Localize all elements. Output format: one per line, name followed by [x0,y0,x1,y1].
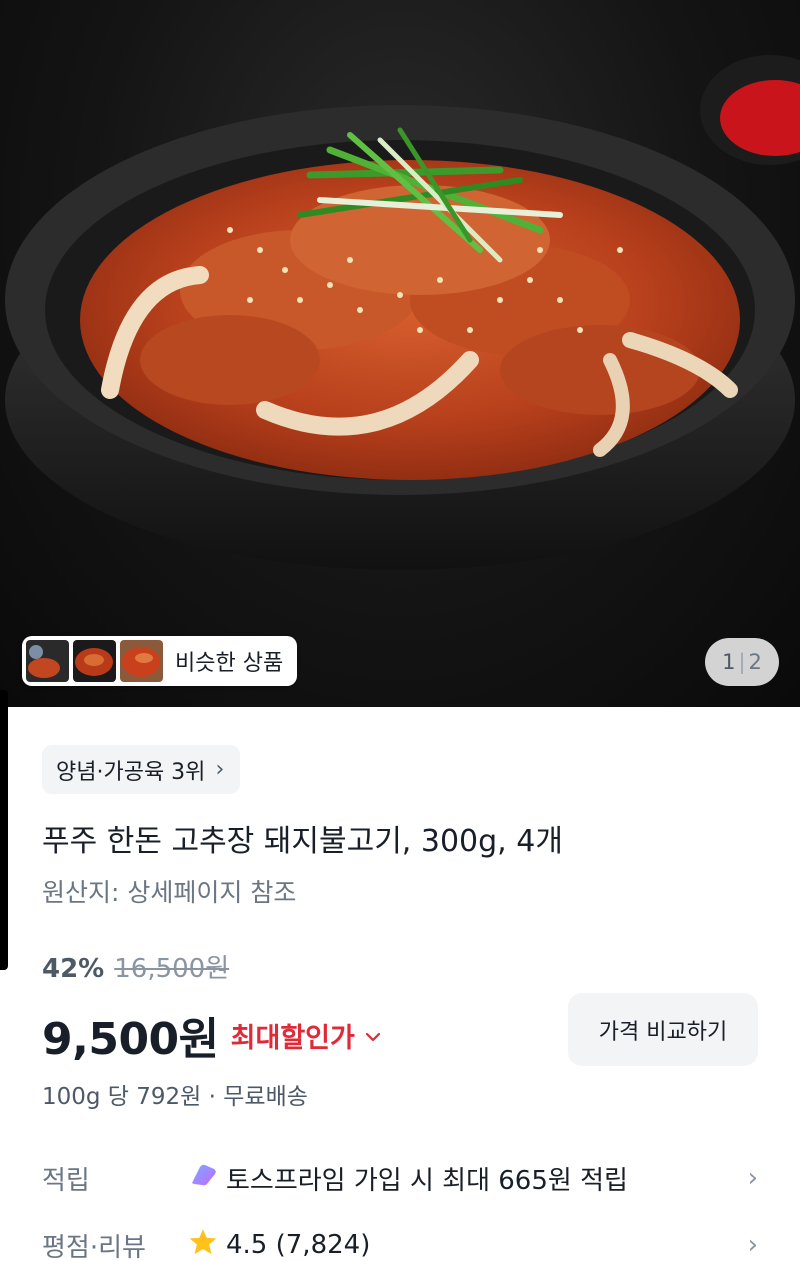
page-total: 2 [748,650,762,674]
points-value-wrap: 토스프라임 가입 시 최대 665원 적립 [188,1160,748,1197]
price-row: 9,500원 최대할인가 [42,1003,381,1067]
product-image-gallery[interactable]: 비슷한 상품 1 | 2 [0,0,800,707]
page-current: 1 [722,650,736,674]
category-rank-badge[interactable]: 양념·가공육 3위 › [42,745,241,794]
chevron-right-icon: › [747,1230,758,1260]
rating-value-wrap: 4.5 (7,824) [188,1228,748,1261]
product-title: 푸주 한돈 고추장 돼지불고기, 300g, 4개 [42,824,563,859]
points-row[interactable]: 적립 토스프라임 가입 시 최대 665원 적립 › [42,1158,758,1198]
toss-prime-icon [188,1163,218,1194]
rating-label: 평점·리뷰 [42,1232,146,1261]
points-value: 토스프라임 가입 시 최대 665원 적립 [226,1165,628,1196]
discount-row: 42% 16,500원 [42,948,229,985]
product-photo [5,55,800,570]
original-price: 16,500원 [114,954,230,984]
price-compare-button[interactable]: 가격 비교하기 [568,993,758,1066]
scroll-indicator [0,690,8,970]
similar-thumbnail-1 [26,640,69,682]
page-separator: | [738,650,746,674]
similar-products-label: 비슷한 상품 [175,651,284,676]
similar-thumbnail-2 [73,640,116,682]
rating-value: 4.5 (7,824) [226,1230,371,1260]
max-discount-dropdown[interactable]: 최대할인가 [231,1016,381,1055]
star-icon [188,1228,218,1261]
similar-thumbnail-3 [120,640,163,682]
chevron-right-icon: › [215,757,225,782]
chevron-right-icon: › [747,1163,758,1193]
image-page-indicator: 1 | 2 [705,638,779,686]
origin-info: 원산지: 상세페이지 참조 [42,878,297,907]
sale-price: 9,500원 [42,1014,219,1065]
chevron-down-icon [365,1023,381,1047]
max-discount-label: 최대할인가 [230,1022,355,1054]
points-label: 적립 [42,1165,90,1196]
category-rank-label: 양념·가공육 3위 [56,759,206,785]
similar-products-button[interactable]: 비슷한 상품 [22,636,298,686]
rating-row[interactable]: 평점·리뷰 4.5 (7,824) › [42,1225,758,1261]
unit-price-shipping: 100g 당 792원 · 무료배송 [42,1084,308,1110]
discount-rate: 42% [42,954,105,984]
